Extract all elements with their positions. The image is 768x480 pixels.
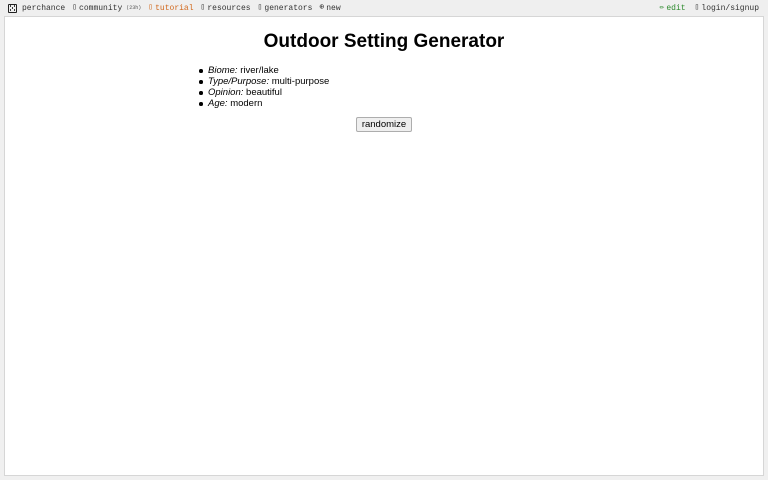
brand-label: perchance: [22, 3, 66, 13]
property-key: Age:: [208, 98, 228, 109]
randomize-button[interactable]: randomize: [356, 117, 412, 132]
top-navigation-bar: perchance ▯ community (23h) ▯ tutorial ▯…: [0, 0, 768, 16]
chat-icon: ▯: [72, 3, 78, 12]
property-value: multi-purpose: [271, 76, 330, 87]
books-icon: ▯: [200, 3, 206, 12]
edit-label: edit: [666, 3, 686, 13]
generators-link[interactable]: ▯ generators: [258, 4, 313, 13]
generators-label: generators: [264, 3, 313, 13]
tutorial-label: tutorial: [155, 3, 194, 13]
generator-output-frame: Outdoor Setting Generator Biome: river/l…: [4, 16, 764, 476]
tutorial-link[interactable]: ▯ tutorial: [148, 4, 193, 13]
property-key: Type/Purpose:: [208, 76, 270, 87]
nav-left-group: perchance ▯ community (23h) ▯ tutorial ▯…: [8, 2, 341, 14]
book-icon: ▯: [148, 3, 154, 12]
new-label: new: [326, 3, 341, 13]
nav-right-group: ✏ edit ▯ login/signup: [660, 2, 759, 14]
login-link[interactable]: ▯ login/signup: [695, 4, 759, 13]
user-icon: ▯: [694, 3, 700, 12]
property-key: Opinion:: [208, 87, 244, 98]
community-count: (23h): [126, 5, 142, 11]
property-value: beautiful: [246, 87, 282, 98]
new-link[interactable]: ⊕ new: [319, 4, 340, 13]
community-label: community: [79, 3, 123, 13]
property-value: river/lake: [240, 65, 279, 76]
property-key: Biome:: [208, 65, 238, 76]
login-label: login/signup: [701, 3, 759, 13]
pencil-icon: ✏: [659, 3, 665, 12]
resources-link[interactable]: ▯ resources: [201, 4, 251, 13]
list-item: Biome: river/lake: [198, 65, 329, 76]
property-value: modern: [230, 98, 263, 109]
page-title: Outdoor Setting Generator: [263, 31, 505, 52]
plus-circle-icon: ⊕: [319, 3, 325, 12]
community-link[interactable]: ▯ community (23h): [72, 4, 141, 13]
setting-properties-list: Biome: river/lake Type/Purpose: multi-pu…: [198, 65, 330, 109]
resources-label: resources: [207, 3, 251, 13]
list-item: Opinion: beautiful: [198, 87, 329, 98]
list-item: Type/Purpose: multi-purpose: [198, 76, 330, 87]
brand-link[interactable]: perchance: [8, 3, 66, 13]
edit-link[interactable]: ✏ edit: [660, 4, 686, 13]
list-item: Age: modern: [198, 98, 329, 109]
grid-icon: ▯: [257, 3, 263, 12]
dice-icon: [8, 3, 17, 13]
